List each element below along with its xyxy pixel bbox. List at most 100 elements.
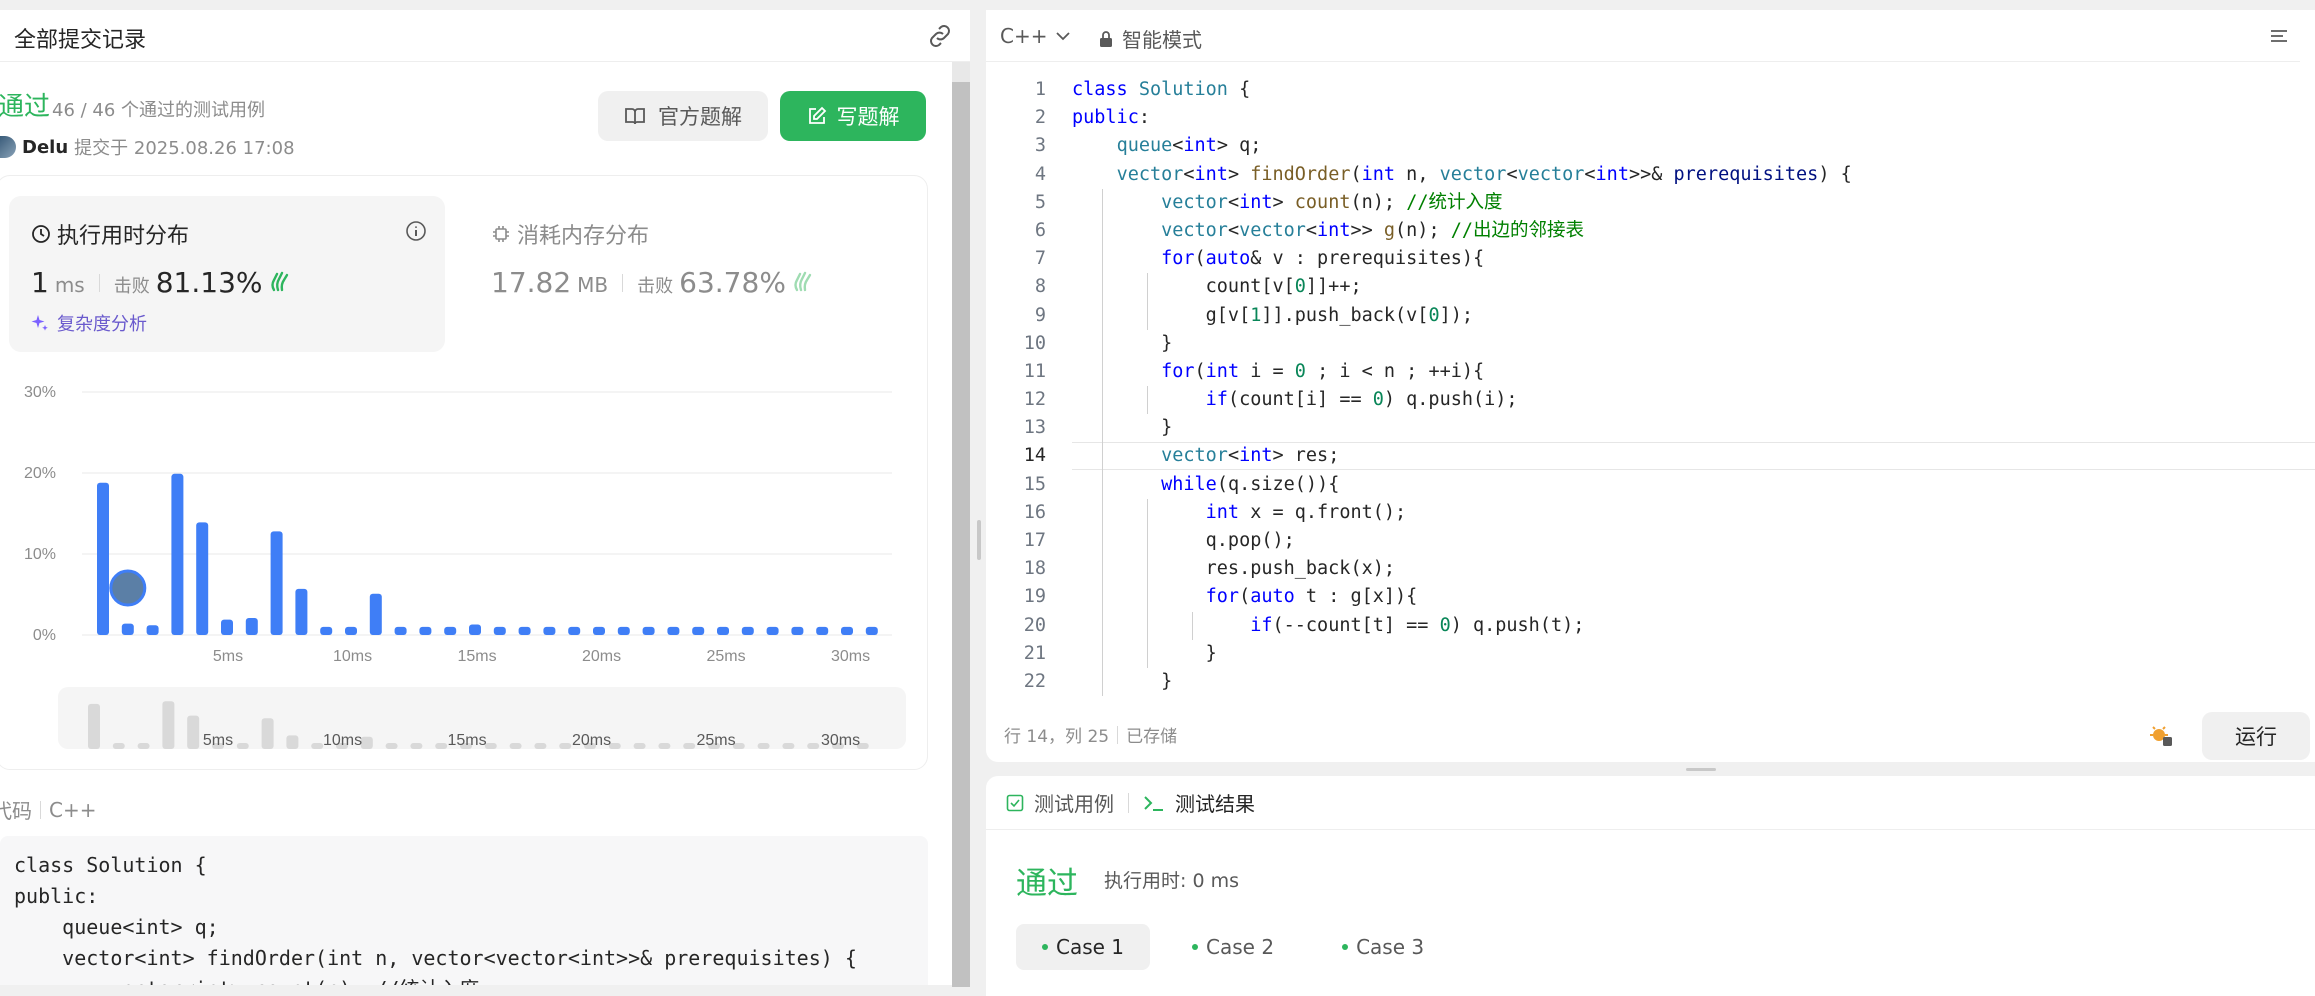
runtime-overview-chart[interactable]: 5ms 10ms 15ms 20ms 25ms 30ms xyxy=(58,687,906,749)
x-tick-label: 15ms xyxy=(457,648,496,665)
code-line[interactable]: 8 count[v[0]]++; xyxy=(986,273,2315,302)
chart-bar[interactable] xyxy=(518,626,531,635)
code-text: vector<vector<int>> g(n); //出边的邻接表 xyxy=(1161,219,1585,241)
chart-bar[interactable] xyxy=(196,522,209,635)
scrollbar-thumb[interactable] xyxy=(952,82,970,987)
code-line[interactable]: 22 } xyxy=(986,667,2315,696)
tab-test-result[interactable]: 测试结果 xyxy=(1143,788,1255,817)
chart-bar[interactable] xyxy=(245,617,258,635)
write-solution-button[interactable]: 写题解 xyxy=(780,91,926,141)
chart-bar[interactable] xyxy=(394,626,407,635)
chart-bar[interactable] xyxy=(791,626,804,635)
code-line[interactable]: 18 res.push_back(x); xyxy=(986,555,2315,584)
runtime-distribution-tab[interactable]: 执行用时分布 1 ms 击败 81.13% 复杂度分析 xyxy=(9,196,445,352)
official-solution-button[interactable]: 官方题解 xyxy=(598,91,768,141)
chart-bar[interactable] xyxy=(97,482,109,635)
chart-bar[interactable] xyxy=(270,531,283,635)
info-icon[interactable] xyxy=(405,220,427,242)
code-line[interactable]: 17 q.pop(); xyxy=(986,527,2315,556)
code-line[interactable]: 10 } xyxy=(986,329,2315,358)
chart-bar[interactable] xyxy=(171,473,184,635)
author-name[interactable]: Delu xyxy=(22,137,68,158)
code-line[interactable]: 21 } xyxy=(986,639,2315,668)
smart-mode-toggle[interactable]: 智能模式 xyxy=(1098,24,1202,53)
code-line[interactable]: 13 } xyxy=(986,414,2315,443)
case-tab[interactable]: Case 2 xyxy=(1166,924,1300,970)
user-marker-avatar[interactable] xyxy=(109,569,147,607)
code-line[interactable]: 2 public: xyxy=(986,104,2315,132)
code-line[interactable]: 11 for(int i = 0 ; i < n ; ++i){ xyxy=(986,357,2315,387)
code-line[interactable]: 14 vector<int> res; xyxy=(986,442,2315,471)
chart-bar[interactable] xyxy=(419,626,432,635)
chart-bar[interactable] xyxy=(543,626,556,635)
line-number: 16 xyxy=(1023,501,1046,523)
chart-bar[interactable] xyxy=(444,626,457,635)
memory-distribution-tab[interactable]: 消耗内存分布 17.82 MB 击败 63.78% xyxy=(469,196,899,352)
runtime-beat-value: 81.13% xyxy=(155,266,263,299)
chart-bar[interactable] xyxy=(146,625,159,635)
code-area[interactable]: 1 class Solution {2 public: 3 queue<int> q;… xyxy=(986,76,2315,696)
language-tab[interactable]: C++ xyxy=(49,798,96,822)
chart-bar[interactable] xyxy=(741,626,754,635)
scrollbar-track[interactable] xyxy=(952,62,970,82)
overview-bar xyxy=(360,736,373,749)
code-line[interactable]: 15 while(q.size()){ xyxy=(986,470,2315,499)
code-tab[interactable]: 代码 xyxy=(0,795,32,824)
code-line[interactable]: 4 vector<int> findOrder(int n, vector<ve… xyxy=(986,161,2315,189)
avatar[interactable] xyxy=(0,136,16,158)
chart-bar[interactable] xyxy=(369,593,382,635)
chart-bar[interactable] xyxy=(617,626,630,635)
chart-bar[interactable] xyxy=(717,626,729,635)
chart-bar[interactable] xyxy=(345,626,357,635)
sparkle-icon xyxy=(31,315,48,331)
code-line[interactable]: 19 for(auto t : g[x]){ xyxy=(986,583,2315,612)
chart-bar[interactable] xyxy=(568,626,581,635)
chart-bar[interactable] xyxy=(295,588,308,635)
chart-bar[interactable] xyxy=(816,626,829,635)
line-number: 15 xyxy=(1023,473,1046,495)
chart-bar[interactable] xyxy=(469,624,481,635)
overview-bar xyxy=(112,743,125,749)
runtime-distribution-chart[interactable]: 30% 20% 10% 0% 5ms 10ms 15ms 20ms 25ms 30ms xyxy=(0,370,930,670)
code-preview-line: vector<int> count(n); //统计入度 xyxy=(14,974,914,985)
chart-bar[interactable] xyxy=(642,626,655,635)
case-tab[interactable]: Case 1 xyxy=(1016,924,1151,970)
smart-mode-label: 智能模式 xyxy=(1122,28,1202,52)
language-select[interactable]: C++ xyxy=(1000,24,1071,48)
debug-icon[interactable] xyxy=(2148,722,2174,748)
chart-bar[interactable] xyxy=(493,626,506,635)
format-icon[interactable] xyxy=(2268,26,2290,48)
submission-title: 全部提交记录 xyxy=(14,28,147,53)
code-line[interactable]: 6 vector<vector<int>> g(n); //出边的邻接表 xyxy=(986,216,2315,246)
resize-handle[interactable] xyxy=(977,520,981,560)
line-number: 2 xyxy=(1034,107,1046,129)
chart-bar[interactable] xyxy=(841,626,853,635)
code-line[interactable]: 5 vector<int> count(n); //统计入度 xyxy=(986,188,2315,217)
code-line[interactable]: 12 if(count[i] == 0) q.push(i); xyxy=(986,386,2315,415)
code-line[interactable]: 20 if(--count[t] == 0) q.push(t); xyxy=(986,611,2315,640)
chart-bar[interactable] xyxy=(121,623,134,635)
code-text: count[v[0]]++; xyxy=(1205,276,1362,298)
complexity-analysis-link[interactable]: 复杂度分析 xyxy=(31,310,147,336)
tab-testcases[interactable]: 测试用例 xyxy=(1006,788,1114,817)
language-label: C++ xyxy=(1000,24,1048,48)
code-line[interactable]: 9 g[v[1]].push_back(v[0]); xyxy=(986,301,2315,330)
memory-beat-label: 击败 xyxy=(637,276,674,297)
chart-bar[interactable] xyxy=(692,626,705,635)
chart-bar[interactable] xyxy=(766,626,779,635)
code-text: for(auto& v : prerequisites){ xyxy=(1161,248,1485,270)
cursor-position: 行 14，列 25 已存储 xyxy=(1004,722,1177,747)
run-button[interactable]: 运行 xyxy=(2202,712,2310,760)
code-line[interactable]: 16 int x = q.front(); xyxy=(986,498,2315,527)
chart-bar[interactable] xyxy=(667,626,680,635)
code-line[interactable]: 3 queue<int> q; xyxy=(986,132,2315,160)
chart-bar[interactable] xyxy=(593,626,605,635)
chart-bar[interactable] xyxy=(320,626,333,635)
chart-bar[interactable] xyxy=(221,619,233,635)
case-tab[interactable]: Case 3 xyxy=(1316,924,1450,970)
vertical-resize-handle[interactable] xyxy=(1686,768,1716,771)
chart-bar[interactable] xyxy=(865,626,878,635)
link-icon[interactable] xyxy=(926,24,954,48)
code-line[interactable]: 7 for(auto& v : prerequisites){ xyxy=(986,245,2315,274)
code-line[interactable]: 1 class Solution { xyxy=(986,76,2315,104)
